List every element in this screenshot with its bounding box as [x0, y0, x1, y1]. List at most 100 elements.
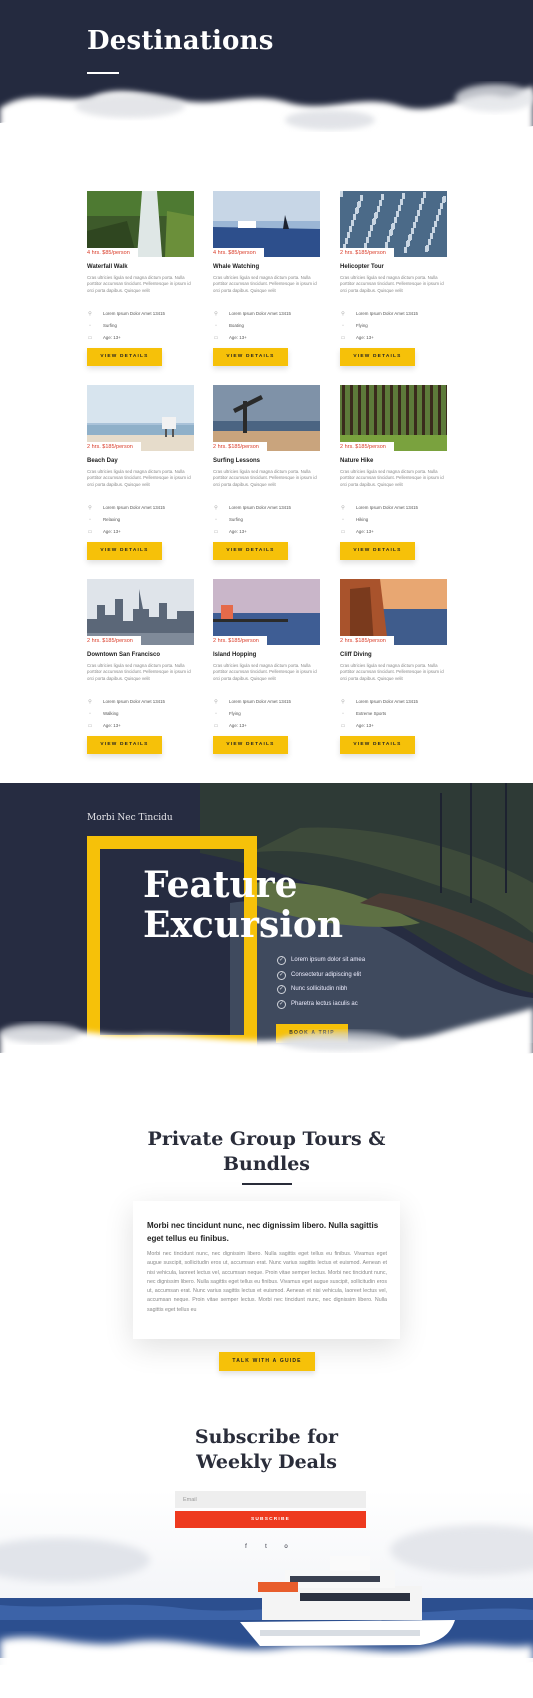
- tour-age: ▭ Age: 13+: [213, 334, 320, 342]
- tour-price: 2 hrs. $185/person: [340, 442, 394, 452]
- tour-name[interactable]: Cliff Diving: [340, 652, 372, 658]
- tour-age: ▭ Age: 13+: [340, 722, 447, 730]
- instagram-icon[interactable]: o: [281, 1542, 291, 1552]
- location-pin-icon: ⚲: [88, 505, 92, 511]
- twitter-icon[interactable]: t: [261, 1542, 271, 1552]
- tour-category: ▫ Surfing: [87, 322, 194, 330]
- private-tours-title: Private Group Tours & Bundles: [0, 1127, 533, 1177]
- tour-description: Cras ultricies ligula sed magna dictum p…: [87, 663, 191, 681]
- feature-item-text: Consectetur adipiscing elit: [291, 971, 362, 978]
- tour-price: 2 hrs. $185/person: [87, 636, 141, 646]
- tag-icon: ▫: [215, 517, 217, 523]
- tag-icon: ▫: [89, 711, 91, 717]
- tour-location-text: Lorem Ipsum Dolor Amet 13415: [356, 311, 418, 316]
- facebook-icon[interactable]: f: [241, 1542, 251, 1552]
- tour-card: 2 hrs. $185/person Helicopter Tour Cras ul…: [340, 191, 447, 369]
- view-details-button[interactable]: VIEW DETAILS: [213, 736, 288, 754]
- tour-card: 2 hrs. $185/person Cliff Diving Cras ultri…: [340, 579, 447, 757]
- view-details-button[interactable]: VIEW DETAILS: [87, 348, 162, 366]
- tour-age-text: Age: 13+: [356, 529, 374, 534]
- tour-location: ⚲ Lorem Ipsum Dolor Amet 13415: [213, 310, 320, 318]
- tag-icon: ▫: [342, 711, 344, 717]
- tour-location: ⚲ Lorem Ipsum Dolor Amet 13415: [340, 698, 447, 706]
- tour-age-text: Age: 13+: [103, 529, 121, 534]
- subscribe-title-line2: Weekly Deals: [196, 1451, 337, 1473]
- tour-age: ▭ Age: 13+: [87, 722, 194, 730]
- tour-description: Cras ultricies ligula sed magna dictum p…: [340, 663, 444, 681]
- calendar-icon: ▭: [213, 335, 219, 341]
- location-pin-icon: ⚲: [341, 699, 345, 705]
- tour-name[interactable]: Surfing Lessons: [213, 458, 260, 464]
- tour-location: ⚲ Lorem Ipsum Dolor Amet 13415: [340, 504, 447, 512]
- tour-card: 2 hrs. $185/person Surfing Lessons Cras ul…: [213, 385, 320, 563]
- private-title-line1: Private Group Tours &: [147, 1128, 386, 1150]
- tour-location: ⚲ Lorem Ipsum Dolor Amet 13415: [87, 698, 194, 706]
- tour-name[interactable]: Downtown San Francisco: [87, 652, 160, 658]
- tour-card: 2 hrs. $185/person Nature Hike Cras ultric…: [340, 385, 447, 563]
- tag-icon: ▫: [342, 323, 344, 329]
- feature-list-item: ✓ Consectetur adipiscing elit: [277, 970, 365, 985]
- subscribe-title-line1: Subscribe for: [194, 1426, 339, 1448]
- location-pin-icon: ⚲: [341, 505, 345, 511]
- tour-age-text: Age: 13+: [356, 335, 374, 340]
- location-pin-icon: ⚲: [214, 311, 218, 317]
- location-pin-icon: ⚲: [214, 505, 218, 511]
- feature-item-text: Nunc sollicitudin nibh: [291, 986, 348, 992]
- tour-category-text: Flying: [229, 711, 241, 716]
- tour-age-text: Age: 13+: [229, 723, 247, 728]
- calendar-icon: ▭: [340, 529, 346, 535]
- tour-description: Cras ultricies ligula sed magna dictum p…: [340, 275, 444, 293]
- tour-name[interactable]: Island Hopping: [213, 652, 256, 658]
- tour-category: ▫ Flying: [340, 322, 447, 330]
- view-details-button[interactable]: VIEW DETAILS: [87, 736, 162, 754]
- tour-price: 4 hrs. $85/person: [87, 248, 138, 258]
- tour-name[interactable]: Whale Watching: [213, 264, 259, 270]
- tour-category-text: Surfing: [103, 323, 117, 328]
- talk-with-guide-button[interactable]: TALK WITH A GUIDE: [219, 1352, 315, 1371]
- tour-price: 2 hrs. $185/person: [213, 442, 267, 452]
- tour-age: ▭ Age: 13+: [87, 528, 194, 536]
- tour-age: ▭ Age: 13+: [213, 722, 320, 730]
- feature-list-item: ✓ Lorem ipsum dolor sit amea: [277, 955, 365, 970]
- tour-category-text: Boating: [229, 323, 244, 328]
- tour-category-text: Hiking: [356, 517, 369, 522]
- tour-name[interactable]: Helicopter Tour: [340, 264, 384, 270]
- email-field[interactable]: [175, 1491, 366, 1508]
- tour-category: ▫ Surfing: [213, 516, 320, 524]
- private-card-body: Morbi nec tincidunt nunc, nec dignissim …: [147, 1251, 387, 1313]
- view-details-button[interactable]: VIEW DETAILS: [340, 542, 415, 560]
- tour-card: 4 hrs. $85/person Whale Watching Cras ultr…: [213, 191, 320, 369]
- tour-location: ⚲ Lorem Ipsum Dolor Amet 13415: [87, 504, 194, 512]
- calendar-icon: ▭: [87, 529, 93, 535]
- feature-list-item: ✓ Nunc sollicitudin nibh: [277, 984, 365, 999]
- tour-description: Cras ultricies ligula sed magna dictum p…: [87, 469, 191, 487]
- subscribe-button[interactable]: SUBSCRIBE: [175, 1511, 366, 1528]
- tour-location-text: Lorem Ipsum Dolor Amet 13415: [103, 505, 165, 510]
- feature-excursion-section: Morbi Nec Tincidu Feature Excursion ✓ Lor…: [0, 783, 533, 1083]
- page-title: Destinations: [87, 26, 274, 56]
- tour-age-text: Age: 13+: [229, 529, 247, 534]
- view-details-button[interactable]: VIEW DETAILS: [213, 542, 288, 560]
- tour-category: ▫ Walking: [87, 710, 194, 718]
- tour-name[interactable]: Nature Hike: [340, 458, 373, 464]
- tag-icon: ▫: [342, 517, 344, 523]
- tour-age: ▭ Age: 13+: [213, 528, 320, 536]
- hero-clouds-decoration: [0, 84, 533, 168]
- tour-location-text: Lorem Ipsum Dolor Amet 13415: [356, 505, 418, 510]
- tour-price: 4 hrs. $85/person: [213, 248, 264, 258]
- view-details-button[interactable]: VIEW DETAILS: [87, 542, 162, 560]
- feature-clouds-decoration: [0, 1008, 533, 1083]
- tour-age-text: Age: 13+: [103, 723, 121, 728]
- tour-price: 2 hrs. $185/person: [340, 636, 394, 646]
- tag-icon: ▫: [215, 711, 217, 717]
- tour-name[interactable]: Beach Day: [87, 458, 118, 464]
- tour-age: ▭ Age: 13+: [87, 334, 194, 342]
- tour-location-text: Lorem Ipsum Dolor Amet 13415: [356, 699, 418, 704]
- location-pin-icon: ⚲: [88, 699, 92, 705]
- view-details-button[interactable]: VIEW DETAILS: [213, 348, 288, 366]
- view-details-button[interactable]: VIEW DETAILS: [340, 348, 415, 366]
- tour-name[interactable]: Waterfall Walk: [87, 264, 128, 270]
- tour-location: ⚲ Lorem Ipsum Dolor Amet 13415: [213, 504, 320, 512]
- view-details-button[interactable]: VIEW DETAILS: [340, 736, 415, 754]
- tour-category-text: Flying: [356, 323, 368, 328]
